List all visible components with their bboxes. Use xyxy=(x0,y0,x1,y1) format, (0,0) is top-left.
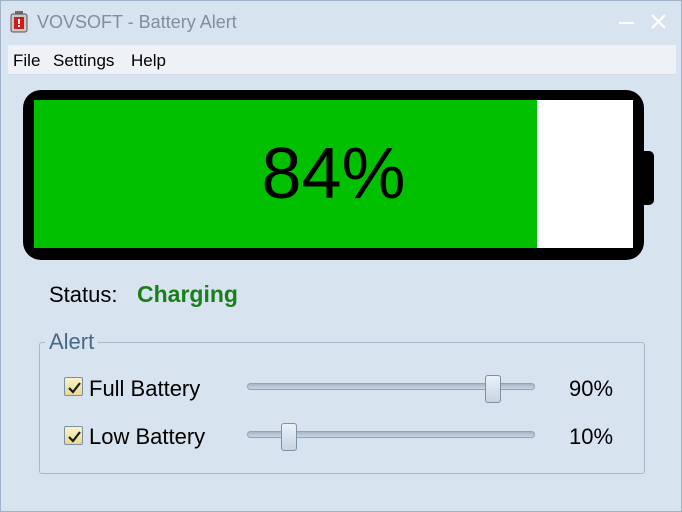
full-battery-checkbox[interactable] xyxy=(64,377,83,396)
checkmark-icon xyxy=(68,382,81,394)
battery-percent-label: 84% xyxy=(261,134,406,214)
menu-help[interactable]: Help xyxy=(131,51,166,71)
app-window: VOVSOFT - Battery Alert File Settings He… xyxy=(0,0,682,512)
full-battery-value: 90% xyxy=(569,376,614,401)
full-battery-slider-thumb[interactable] xyxy=(485,375,501,403)
low-battery-checkbox[interactable] xyxy=(64,426,83,445)
full-battery-slider[interactable] xyxy=(247,375,535,403)
alert-group-box xyxy=(39,342,645,474)
alert-group-legend: Alert xyxy=(45,329,99,355)
minimize-icon xyxy=(619,22,634,24)
battery-alert-app-icon xyxy=(10,11,28,33)
window-title: VOVSOFT - Battery Alert xyxy=(37,12,237,32)
title-bar[interactable]: VOVSOFT - Battery Alert xyxy=(1,1,681,45)
battery-gauge: 84% xyxy=(23,90,644,260)
menu-settings[interactable]: Settings xyxy=(53,51,114,71)
low-battery-value: 10% xyxy=(569,424,614,449)
menu-bar: File Settings Help xyxy=(8,45,676,75)
minimize-button[interactable] xyxy=(613,9,641,35)
battery-terminal xyxy=(642,151,654,205)
menu-file[interactable]: File xyxy=(13,51,40,71)
checkmark-icon xyxy=(68,431,81,443)
status-value: Charging xyxy=(137,281,238,307)
low-battery-slider[interactable] xyxy=(247,423,535,451)
status-label: Status: xyxy=(49,282,118,307)
low-battery-slider-thumb[interactable] xyxy=(281,423,297,451)
full-battery-label[interactable]: Full Battery xyxy=(89,376,200,402)
close-button[interactable] xyxy=(645,9,673,35)
close-icon xyxy=(651,14,666,29)
battery-inner: 84% xyxy=(34,100,633,248)
low-battery-label[interactable]: Low Battery xyxy=(89,424,205,450)
